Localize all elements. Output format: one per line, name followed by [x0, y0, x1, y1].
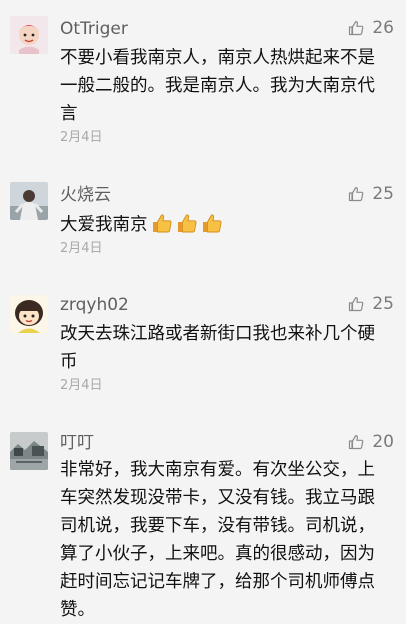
thumbs-up-outline-icon — [349, 435, 364, 450]
like-count: 20 — [372, 432, 394, 452]
like-button[interactable]: 26 — [348, 17, 394, 39]
avatar[interactable] — [10, 16, 48, 54]
username[interactable]: zrqyh02 — [60, 294, 129, 316]
thumbs-up-outline-icon — [349, 297, 364, 312]
comment-text: 改天去珠江路或者新街口我也来补几个硬币 — [60, 324, 375, 372]
comment-date: 2月4日 — [60, 241, 103, 256]
like-count: 25 — [372, 184, 394, 204]
comment-text: 大爱我南京 — [60, 215, 148, 235]
comment-item: zrqyh02 25 改天去珠江路或者新街口我也来补几个硬币 2月4日 — [0, 280, 406, 420]
avatar[interactable] — [10, 295, 48, 333]
thumbs-up-icon — [152, 214, 172, 233]
emoji-group — [151, 212, 223, 234]
comment-item: 火烧云 25 大爱我南京 2月4日 — [0, 160, 406, 280]
comment-text-row: 大爱我南京 — [60, 211, 392, 239]
avatar-person-photo-icon — [10, 182, 48, 220]
comment-text: 非常好，我大南京有爱。有次坐公交，上车突然发现没带卡，又没有钱。我立马跟司机说，… — [60, 460, 375, 620]
username[interactable]: 叮叮 — [60, 432, 94, 454]
username[interactable]: OtTriger — [60, 18, 128, 40]
thumbs-up-icon — [202, 214, 222, 233]
thumbs-up-icon — [177, 214, 197, 233]
like-button[interactable]: 20 — [348, 431, 394, 453]
avatar-landscape-icon — [10, 432, 48, 470]
avatar-girl-pink-icon — [10, 16, 48, 54]
like-button[interactable]: 25 — [348, 293, 394, 315]
comment-item: 叮叮 20 非常好，我大南京有爱。有次坐公交，上车突然发现没带卡，又没有钱。我立… — [0, 420, 406, 620]
comment-date: 2月4日 — [60, 130, 103, 145]
like-count: 26 — [372, 18, 394, 38]
comment-item: OtTriger 26 不要小看我南京人，南京人热烘起来不是一般二般的。我是南京… — [0, 0, 406, 160]
like-count: 25 — [372, 294, 394, 314]
comment-text: 不要小看我南京人，南京人热烘起来不是一般二般的。我是南京人。我为大南京代言 — [60, 48, 375, 124]
avatar-cartoon-girl-icon — [10, 295, 48, 333]
comment-date: 2月4日 — [60, 378, 103, 393]
avatar[interactable] — [10, 182, 48, 220]
username[interactable]: 火烧云 — [60, 184, 111, 206]
like-button[interactable]: 25 — [348, 183, 394, 205]
thumbs-up-outline-icon — [349, 21, 364, 36]
avatar[interactable] — [10, 432, 48, 470]
thumbs-up-outline-icon — [349, 187, 364, 202]
